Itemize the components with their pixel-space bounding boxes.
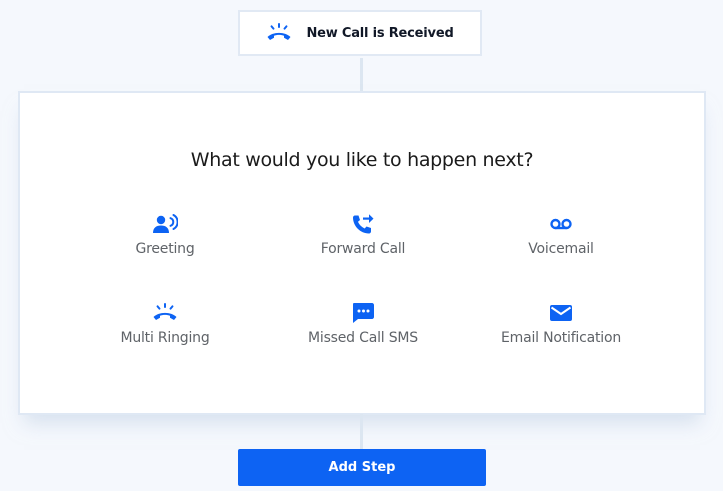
option-label: Voicemail [528, 241, 594, 257]
option-email-notification[interactable]: Email Notification [461, 302, 661, 346]
option-label: Forward Call [320, 241, 406, 257]
forward-call-icon [353, 214, 374, 234]
trigger-node[interactable]: New Call is Received [238, 10, 482, 56]
option-label: Multi Ringing [120, 330, 210, 346]
option-label: Greeting [135, 241, 195, 257]
sms-icon [353, 303, 374, 323]
option-forward-call[interactable]: Forward Call [263, 213, 463, 257]
option-missed-call-sms[interactable]: Missed Call SMS [263, 302, 463, 346]
multi-ringing-icon [153, 303, 177, 320]
add-step-button[interactable]: Add Step [238, 449, 486, 486]
option-label: Email Notification [500, 330, 622, 346]
email-icon [550, 305, 572, 321]
option-multi-ringing[interactable]: Multi Ringing [65, 302, 265, 346]
multi-ringing-icon [267, 23, 291, 40]
flow-connector-bottom [360, 414, 363, 450]
trigger-label: New Call is Received [306, 25, 454, 41]
voicemail-icon [550, 218, 572, 230]
option-label: Missed Call SMS [308, 330, 418, 346]
panel-title: What would you like to happen next? [190, 149, 534, 171]
greeting-icon [153, 214, 178, 233]
next-step-panel: What would you like to happen next? Gree… [18, 91, 706, 415]
option-voicemail[interactable]: Voicemail [461, 213, 661, 257]
option-greeting[interactable]: Greeting [65, 213, 265, 257]
flow-connector-top [360, 58, 363, 92]
